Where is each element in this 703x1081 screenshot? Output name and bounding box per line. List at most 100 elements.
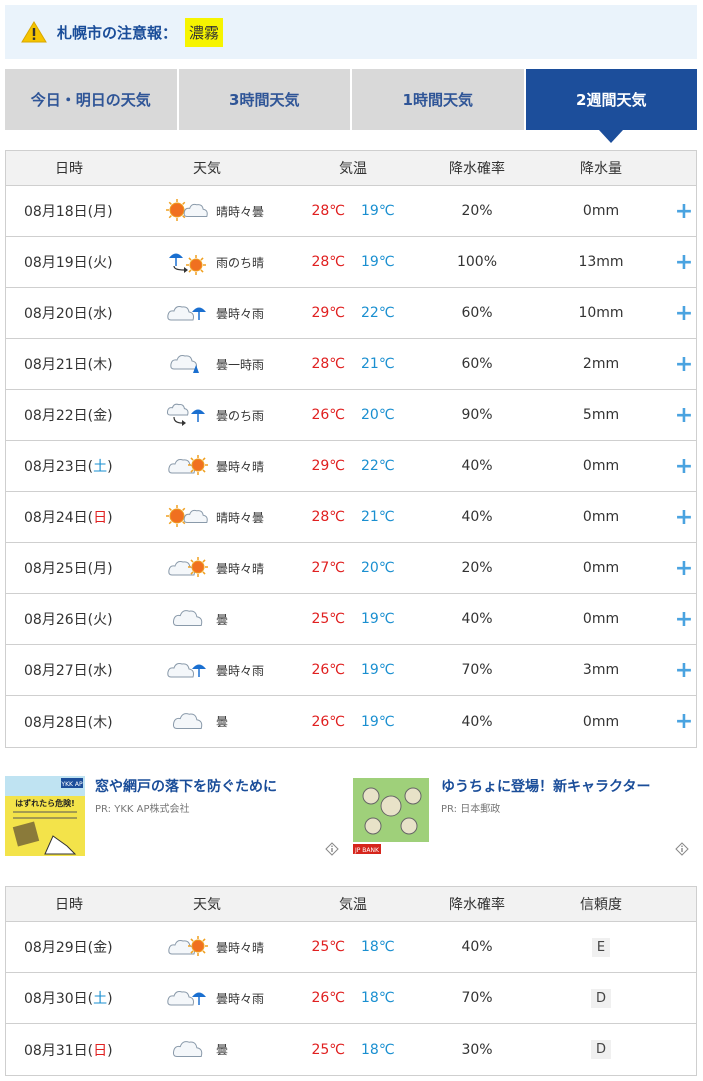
ad-info-icon[interactable] bbox=[675, 842, 689, 856]
col-amount-header: 降水量 bbox=[580, 161, 622, 177]
table-header: 日時 天気 気温 降水確率 信頼度 bbox=[6, 887, 696, 922]
warning-icon bbox=[21, 21, 47, 43]
precip-amount: 0mm bbox=[582, 203, 620, 219]
date-cell: 08月27日(水) bbox=[24, 663, 113, 679]
temp-cell: 25℃ 18℃ bbox=[282, 939, 424, 955]
high-temp: 25℃ bbox=[311, 611, 345, 627]
table-row[interactable]: 08月21日(木) 曇一時雨 28℃ 21℃ 60% 2mm + bbox=[6, 339, 696, 390]
low-temp: 18℃ bbox=[361, 990, 395, 1006]
cloud-rain-icon bbox=[167, 663, 206, 678]
low-temp: 22℃ bbox=[361, 305, 395, 321]
advisory-label: 札幌市の注意報： bbox=[57, 23, 178, 42]
tab-3hour[interactable]: 3時間天気 bbox=[178, 69, 352, 130]
temp-cell: 26℃ 19℃ bbox=[282, 662, 424, 678]
day-of-week: 火 bbox=[93, 612, 108, 628]
weather-cell: 晴時々曇 bbox=[132, 504, 282, 530]
table-row[interactable]: 08月25日(月) 曇時々晴 27℃ 20℃ 20% 0mm + bbox=[6, 543, 696, 594]
cloud-sun-icon bbox=[168, 936, 208, 956]
table-row[interactable]: 08月22日(金) 曇のち雨 26℃ 20℃ 90% 5mm + bbox=[6, 390, 696, 441]
precip-amount: 2mm bbox=[582, 356, 620, 372]
col-pop-header: 降水確率 bbox=[449, 161, 505, 177]
ad-title[interactable]: ゆうちょに登場！新キャラクター bbox=[441, 776, 650, 796]
temp-cell: 25℃ 18℃ bbox=[282, 1042, 424, 1058]
table-row[interactable]: 08月28日(木) 曇 26℃ 19℃ 40% 0mm + bbox=[6, 696, 696, 747]
date-cell: 08月30日(土) bbox=[24, 991, 113, 1007]
expand-plus-icon[interactable]: + bbox=[672, 250, 696, 275]
weather-cell: 雨のち晴 bbox=[132, 249, 282, 275]
weather-text: 晴時々曇 bbox=[216, 510, 265, 525]
precip-amount: 0mm bbox=[582, 713, 620, 730]
precip-probability: 40% bbox=[461, 611, 493, 627]
table-row[interactable]: 08月26日(火) 曇 25℃ 19℃ 40% 0mm + bbox=[6, 594, 696, 645]
expand-plus-icon[interactable]: + bbox=[672, 556, 696, 581]
weather-text: 曇 bbox=[216, 612, 229, 627]
expand-plus-icon[interactable]: + bbox=[672, 301, 696, 326]
col-temp-header: 気温 bbox=[339, 897, 367, 913]
tab-today-tomorrow[interactable]: 今日・明日の天気 bbox=[5, 69, 179, 130]
confidence-cell: E bbox=[530, 937, 672, 957]
weather-text: 曇のち雨 bbox=[216, 408, 265, 423]
table-row[interactable]: 08月19日(火) 雨のち晴 28℃ 19℃ 100% 13mm + bbox=[6, 237, 696, 288]
weather-cell: 曇一時雨 bbox=[132, 351, 282, 377]
expand-plus-icon[interactable]: + bbox=[672, 709, 696, 734]
table-row[interactable]: 08月24日(日) 晴時々曇 28℃ 21℃ 40% 0mm + bbox=[6, 492, 696, 543]
ad-japan-post[interactable]: JP BANK ゆうちょに登場！新キャラクター PR: 日本郵政 bbox=[351, 770, 697, 860]
tab-2week[interactable]: 2週間天気 bbox=[525, 69, 697, 143]
day-of-week: 日 bbox=[93, 510, 108, 526]
cloud-icon bbox=[172, 1040, 203, 1057]
ad-info-icon[interactable] bbox=[325, 842, 339, 856]
expand-plus-icon[interactable]: + bbox=[672, 505, 696, 530]
precip-amount: 0mm bbox=[582, 509, 620, 525]
table-row: 08月31日(日) 曇 25℃ 18℃ 30% D bbox=[6, 1024, 696, 1075]
weather-cell: 曇時々雨 bbox=[132, 300, 282, 326]
weather-cell: 曇のち雨 bbox=[132, 402, 282, 428]
day-of-week: 木 bbox=[93, 714, 108, 731]
tab-1hour[interactable]: 1時間天気 bbox=[352, 69, 526, 130]
precip-probability: 60% bbox=[461, 356, 493, 372]
table-row[interactable]: 08月27日(水) 曇時々雨 26℃ 19℃ 70% 3mm + bbox=[6, 645, 696, 696]
expand-plus-icon[interactable]: + bbox=[672, 403, 696, 428]
weather-text: 曇時々雨 bbox=[216, 306, 265, 321]
ad-ykk[interactable]: YKK AP はずれたら危険! 窓や網戸の落下を防ぐために PR: YKK AP… bbox=[5, 770, 345, 860]
table-row[interactable]: 08月18日(月) 晴時々曇 28℃ 19℃ 20% 0mm + bbox=[6, 186, 696, 237]
expand-plus-icon[interactable]: + bbox=[672, 454, 696, 479]
table-row[interactable]: 08月23日(土) 曇時々晴 29℃ 22℃ 40% 0mm + bbox=[6, 441, 696, 492]
cloud-rain-icon bbox=[167, 306, 206, 321]
cloud-icon bbox=[172, 610, 203, 626]
cloud-rain-icon bbox=[167, 991, 206, 1006]
day-of-week: 水 bbox=[93, 306, 108, 322]
advisory-badge[interactable]: 濃霧 bbox=[185, 17, 224, 47]
precip-amount: 13mm bbox=[578, 254, 624, 270]
precip-amount: 5mm bbox=[582, 407, 620, 423]
active-tab-pointer bbox=[599, 130, 624, 143]
weather-text: 曇時々晴 bbox=[216, 940, 265, 955]
precip-probability: 30% bbox=[461, 1041, 493, 1058]
date-cell: 08月20日(水) bbox=[24, 306, 113, 322]
precip-amount: 0mm bbox=[582, 560, 620, 576]
rain-then-sun-icon bbox=[169, 253, 206, 275]
expand-plus-icon[interactable]: + bbox=[672, 658, 696, 683]
high-temp: 28℃ bbox=[311, 254, 345, 270]
ad-title[interactable]: 窓や網戸の落下を防ぐために bbox=[95, 776, 277, 796]
col-date-header: 日時 bbox=[55, 897, 83, 913]
day-of-week: 金 bbox=[93, 940, 108, 956]
temp-cell: 29℃ 22℃ bbox=[282, 458, 424, 474]
weather-cell: 曇 bbox=[132, 606, 282, 632]
table-row[interactable]: 08月20日(水) 曇時々雨 29℃ 22℃ 60% 10mm + bbox=[6, 288, 696, 339]
confidence-badge: D bbox=[590, 1040, 611, 1059]
table-row: 08月29日(金) 曇時々晴 25℃ 18℃ 40% E bbox=[6, 922, 696, 973]
day-of-week: 火 bbox=[93, 255, 108, 271]
weather-cell: 曇時々雨 bbox=[132, 657, 282, 683]
confidence-badge: D bbox=[590, 988, 611, 1008]
svg-text:JP BANK: JP BANK bbox=[354, 847, 380, 854]
high-temp: 27℃ bbox=[311, 560, 345, 576]
expand-plus-icon[interactable]: + bbox=[672, 352, 696, 377]
day-of-week: 水 bbox=[93, 663, 108, 679]
precip-probability: 20% bbox=[461, 203, 493, 219]
low-temp: 19℃ bbox=[361, 662, 395, 678]
expand-plus-icon[interactable]: + bbox=[672, 607, 696, 632]
date-cell: 08月18日(月) bbox=[24, 204, 113, 220]
low-temp: 19℃ bbox=[361, 254, 395, 270]
expand-plus-icon[interactable]: + bbox=[672, 199, 696, 224]
high-temp: 25℃ bbox=[311, 1041, 345, 1058]
